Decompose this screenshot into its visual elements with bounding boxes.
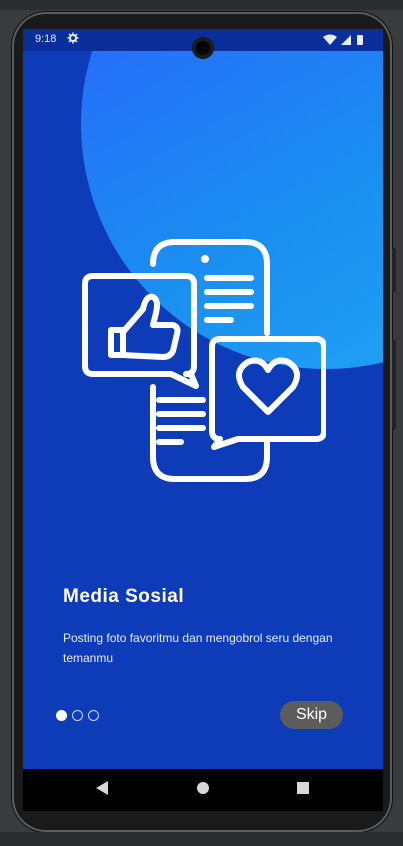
signal-icon bbox=[341, 35, 351, 45]
page-dot-3[interactable] bbox=[88, 710, 99, 721]
power-button bbox=[392, 340, 396, 430]
recents-icon[interactable] bbox=[296, 780, 310, 796]
wifi-icon bbox=[323, 34, 337, 45]
page-dot-1[interactable] bbox=[56, 710, 67, 721]
navigation-bar bbox=[23, 769, 383, 811]
volume-button bbox=[392, 248, 396, 292]
back-icon[interactable] bbox=[95, 780, 109, 796]
page-dot-2[interactable] bbox=[72, 710, 83, 721]
onboarding-title: Media Sosial bbox=[63, 586, 185, 607]
page-indicator bbox=[56, 708, 104, 726]
emulator-bottom-bar bbox=[0, 832, 403, 846]
skip-button[interactable]: Skip bbox=[280, 701, 343, 729]
battery-icon bbox=[357, 35, 363, 45]
home-icon[interactable] bbox=[196, 780, 210, 796]
emulator-top-bar bbox=[0, 0, 403, 10]
front-camera bbox=[192, 37, 214, 59]
status-icons bbox=[323, 34, 373, 49]
status-time: 9:18 bbox=[35, 33, 57, 45]
phone-screen: 9:18 Media Sosial Posting foto favoritmu… bbox=[23, 29, 383, 811]
social-media-illustration bbox=[82, 239, 326, 482]
onboarding-description: Posting foto favoritmu dan mengobrol ser… bbox=[63, 631, 333, 665]
settings-icon bbox=[67, 32, 79, 47]
